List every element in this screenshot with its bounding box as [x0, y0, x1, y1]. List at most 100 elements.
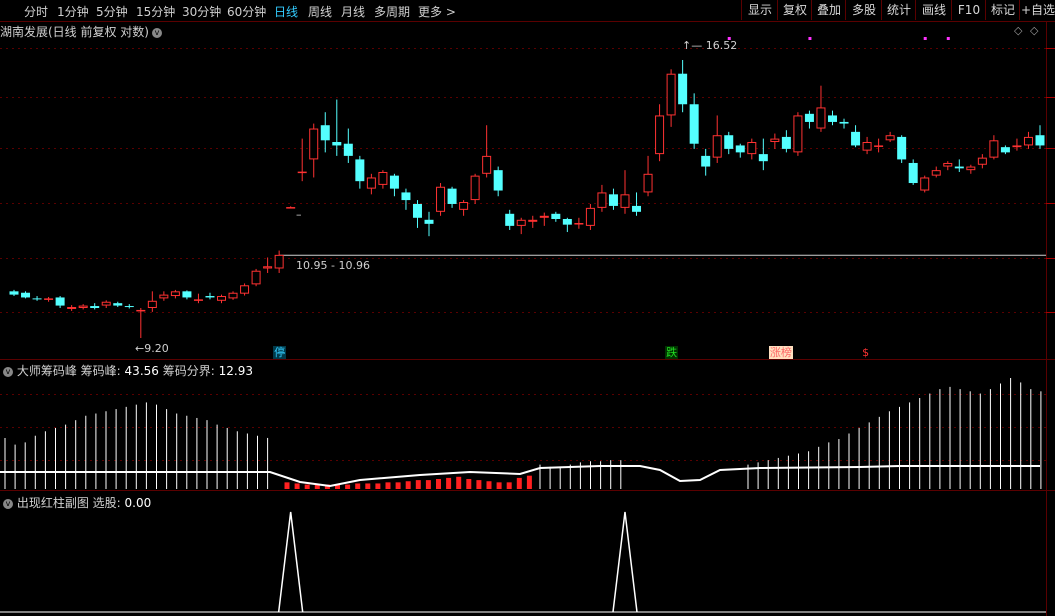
- event-annotation[interactable]: 跌: [665, 346, 679, 359]
- candle-body: [712, 135, 722, 158]
- chip-bar-red: [284, 482, 290, 489]
- chip-bar-red: [496, 482, 502, 489]
- candle-body: [159, 294, 169, 299]
- candle-body: [378, 171, 388, 185]
- chip-bar-red: [294, 483, 300, 489]
- chip-bar-red: [395, 482, 401, 489]
- high-price-label: ↑— 16.52: [682, 39, 738, 52]
- candle-body: [655, 115, 665, 155]
- candle-body: [908, 162, 918, 184]
- chevron-down-icon[interactable]: v: [3, 498, 13, 509]
- candle-body: [493, 170, 503, 191]
- candle-body: [78, 305, 88, 308]
- candle-body: [770, 138, 780, 143]
- candle-body: [931, 170, 941, 176]
- candle-body: [827, 115, 837, 122]
- candle-body: [320, 125, 330, 141]
- candle-body: [874, 145, 884, 147]
- candle-body: [447, 188, 457, 204]
- candle-body: [401, 192, 411, 201]
- candle-body: [332, 142, 342, 146]
- dash-marker: –: [296, 208, 302, 221]
- indicator2-name: 出现红柱副图: [16, 496, 89, 510]
- signal-spike: [277, 511, 304, 613]
- event-annotation[interactable]: 停: [273, 346, 287, 359]
- candle-body: [44, 298, 54, 300]
- indicator2-title[interactable]: v 出现红柱副图 选股: 0.00: [0, 494, 151, 511]
- indicator1-field1-value: 43.56: [124, 364, 159, 378]
- chip-bar-red: [415, 480, 421, 489]
- candle-body: [620, 194, 630, 208]
- candle-body: [516, 219, 526, 226]
- event-annotation[interactable]: $: [861, 346, 870, 359]
- candle-body: [562, 218, 572, 225]
- chip-bar-red: [476, 480, 482, 489]
- candle-body: [182, 291, 192, 298]
- chip-bar-red: [375, 483, 381, 489]
- candle-body: [793, 115, 803, 153]
- indicator1-field2-value: 12.93: [218, 364, 253, 378]
- chip-bar-red: [526, 475, 532, 489]
- candle-body: [747, 142, 757, 155]
- candle-body: [482, 155, 492, 174]
- candle-body: [101, 301, 111, 306]
- candle-body: [528, 219, 538, 222]
- indicator1-field1-label: 筹码峰:: [80, 364, 121, 378]
- high-price-value: 16.52: [705, 39, 738, 52]
- candle-body: [297, 171, 307, 174]
- chip-bar-red: [456, 476, 462, 489]
- candle-body: [989, 140, 999, 158]
- candle-body: [193, 299, 203, 301]
- chip-bar-red: [446, 477, 452, 489]
- candle-body: [539, 215, 549, 218]
- chip-bar-red: [355, 483, 361, 489]
- candle-body: [205, 296, 215, 298]
- indicator1-name: 大师筹码峰: [16, 364, 77, 378]
- candle-body: [459, 202, 469, 210]
- event-annotation[interactable]: 涨榜: [768, 346, 793, 359]
- candle-body: [574, 223, 584, 225]
- chip-bar-red: [304, 484, 310, 489]
- chart-canvas[interactable]: [0, 0, 1055, 616]
- indicator2-field1-value: 0.00: [124, 496, 152, 510]
- candle-body: [90, 306, 100, 308]
- candle-body: [309, 128, 319, 160]
- candle-body: [666, 73, 676, 116]
- candle-body: [412, 203, 422, 218]
- candle-body: [263, 266, 273, 269]
- candle-body: [389, 175, 399, 189]
- chevron-down-icon[interactable]: v: [3, 366, 13, 377]
- candle-body: [632, 205, 642, 212]
- candle-body: [274, 254, 284, 269]
- price-range-label: 10.95 - 10.96: [296, 259, 370, 272]
- candle-body: [897, 136, 907, 160]
- candle-body: [551, 213, 561, 219]
- candle-body: [1035, 135, 1045, 146]
- candle-body: [240, 285, 250, 294]
- candle-body: [424, 219, 434, 224]
- low-price-label: ←9.20: [135, 342, 169, 355]
- candle-body: [724, 135, 734, 149]
- candle-body: [147, 300, 157, 308]
- indicator1-title[interactable]: v 大师筹码峰 筹码峰: 43.56 筹码分界: 12.93: [0, 362, 253, 379]
- chip-bar-red: [425, 480, 431, 489]
- low-price-value: 9.20: [144, 342, 169, 355]
- candle-body: [136, 309, 146, 312]
- candle-body: [608, 194, 618, 206]
- candle-body: [366, 177, 376, 189]
- chip-bar-red: [365, 483, 371, 489]
- candle-body: [9, 291, 19, 295]
- candle-body: [1023, 136, 1033, 146]
- candle-body: [885, 135, 895, 141]
- chip-bar-red: [385, 482, 391, 489]
- candle-body: [355, 159, 365, 182]
- chip-bar-red: [405, 481, 411, 489]
- candle-body: [21, 292, 31, 298]
- candle-body: [977, 157, 987, 165]
- candle-body: [217, 296, 227, 301]
- candle-body: [816, 107, 826, 129]
- candle-body: [678, 73, 688, 105]
- event-marker: [808, 37, 812, 40]
- candle-body: [701, 155, 711, 167]
- chip-bar-red: [466, 479, 472, 489]
